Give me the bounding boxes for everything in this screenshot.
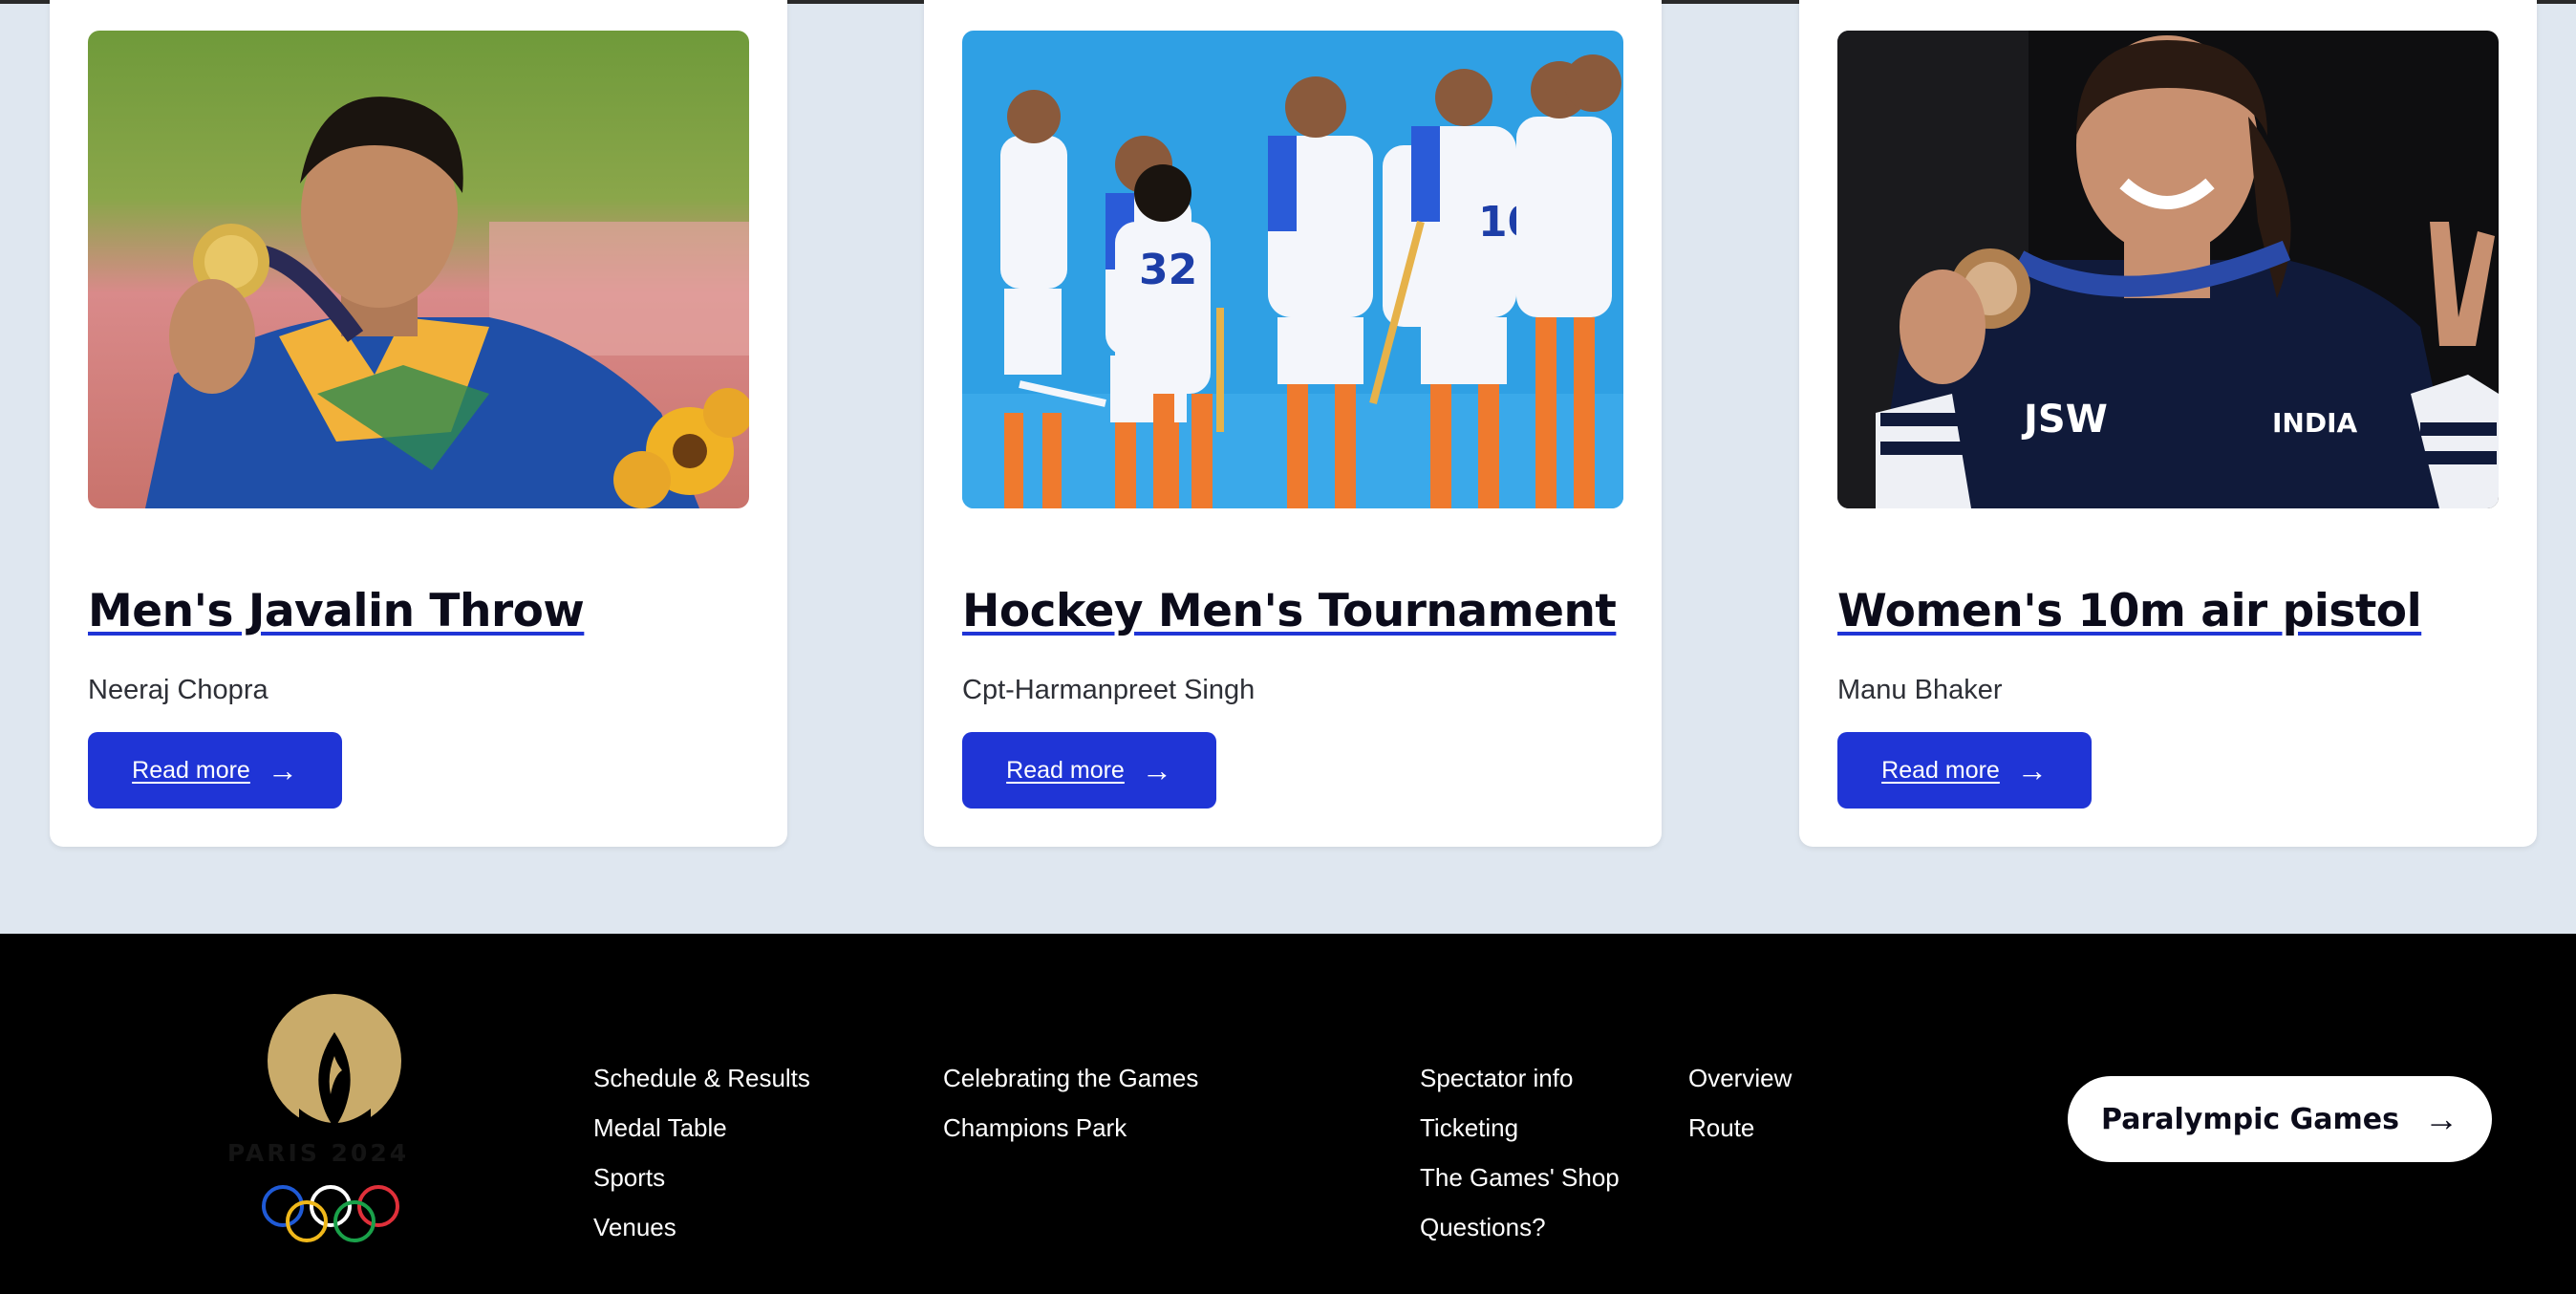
footer-link[interactable]: Questions?: [1420, 1208, 1620, 1258]
card-title-link[interactable]: Men's Javalin Throw: [88, 585, 757, 637]
footer-heading: Olympic Games: [593, 1003, 872, 1042]
arrow-right-icon: →: [2423, 1099, 2458, 1138]
footer-column-spectators: Spectators Spectator info Ticketing The …: [1420, 1003, 1620, 1258]
footer-link[interactable]: Overview: [1688, 1059, 2051, 1109]
footer-column-olympic-games: Olympic Games Schedule & Results Medal T…: [593, 1003, 872, 1258]
footer-link[interactable]: Champions Park: [943, 1109, 1358, 1158]
read-more-button[interactable]: Read more →: [88, 732, 342, 809]
svg-text:JSW: JSW: [2021, 398, 2108, 442]
footer-heading: Spectators: [1420, 1003, 1616, 1042]
svg-text:INDIA: INDIA: [2272, 407, 2358, 439]
footer-link[interactable]: Medal Table: [593, 1109, 872, 1158]
footer-column-celebrating: Celebrating the Games Celebrating the Ga…: [943, 1003, 1358, 1158]
article-card-hockey: 32 10 Hockey Men's Tournament Cpt-Harman…: [924, 0, 1662, 847]
card-title-link[interactable]: Women's 10m air pistol: [1837, 585, 2506, 637]
footer-link[interactable]: Venues: [593, 1208, 872, 1258]
card-athlete-name: Manu Bhaker: [1837, 675, 2003, 705]
shooter-with-medal-photo: JSW INDIA: [1837, 31, 2499, 508]
arrow-right-icon: →: [2016, 753, 2048, 787]
arrow-right-icon: →: [267, 753, 298, 787]
article-card-javelin: Men's Javalin Throw Neeraj Chopra Read m…: [50, 0, 787, 847]
read-more-label: Read more: [132, 756, 250, 784]
read-more-button[interactable]: Read more →: [1837, 732, 2092, 809]
footer-heading: Celebrating the Games: [943, 1003, 1358, 1042]
card-athlete-name: Neeraj Chopra: [88, 675, 268, 705]
card-title-link[interactable]: Hockey Men's Tournament: [962, 585, 1631, 637]
paralympic-games-label: Paralympic Games: [2101, 1102, 2399, 1136]
footer-link[interactable]: Spectator info: [1420, 1059, 1620, 1109]
logo-wordmark: PARIS 2024: [227, 1139, 409, 1167]
article-card-pistol: JSW INDIA Women's 10m air pistol Manu Bh…: [1799, 0, 2537, 847]
svg-text:32: 32: [1139, 246, 1197, 294]
read-more-label: Read more: [1881, 756, 2000, 784]
card-grid: Men's Javalin Throw Neeraj Chopra Read m…: [0, 0, 2576, 934]
footer-column-torch-relay: Olympic Torch Relay Overview Route: [1688, 1003, 2052, 1158]
arrow-right-icon: →: [1141, 753, 1172, 787]
read-more-button[interactable]: Read more →: [962, 732, 1216, 809]
paris-2024-logo[interactable]: PARIS 2024: [208, 994, 428, 1242]
athlete-with-medal-photo: [88, 31, 749, 508]
footer-link[interactable]: Celebrating the Games: [943, 1059, 1358, 1109]
footer-link[interactable]: The Games' Shop: [1420, 1158, 1620, 1208]
footer-link[interactable]: Route: [1688, 1109, 2051, 1158]
footer-link[interactable]: Ticketing: [1420, 1109, 1620, 1158]
footer-heading: Olympic Torch Relay: [1688, 1003, 2052, 1042]
footer-link[interactable]: Schedule & Results: [593, 1059, 872, 1109]
footer-link[interactable]: Sports: [593, 1158, 872, 1208]
paralympic-games-button[interactable]: Paralympic Games →: [2068, 1076, 2492, 1162]
read-more-label: Read more: [1006, 756, 1125, 784]
hockey-team-photo: 32 10: [962, 31, 1623, 508]
card-athlete-name: Cpt-Harmanpreet Singh: [962, 675, 1256, 705]
